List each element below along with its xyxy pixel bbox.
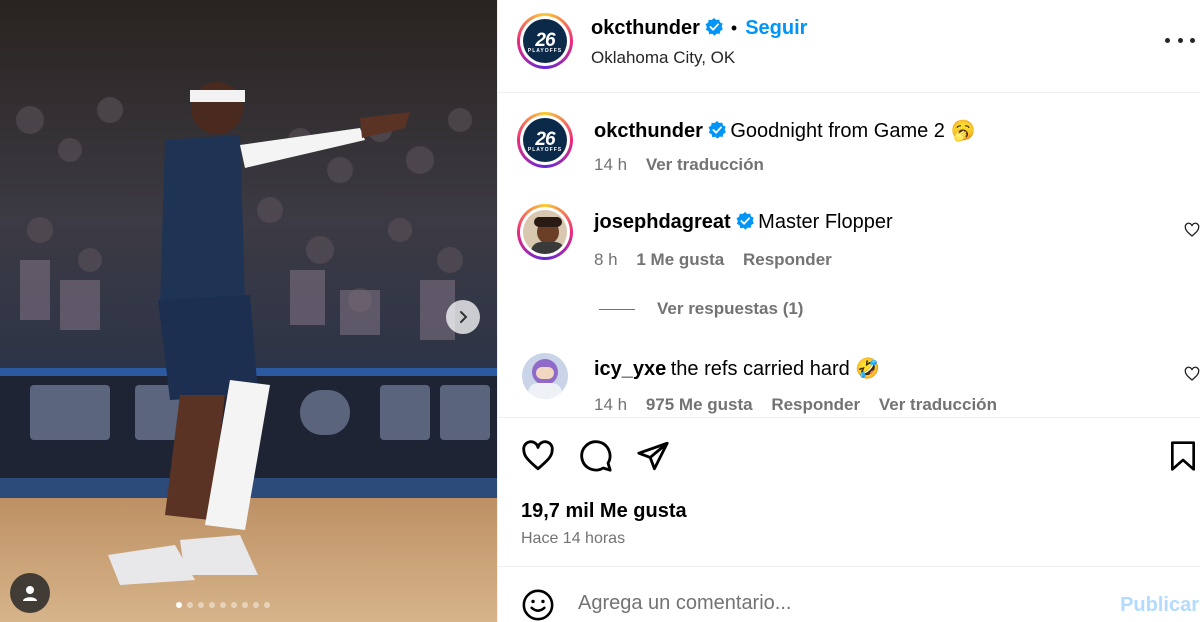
carousel-dot xyxy=(209,602,215,608)
follow-button[interactable]: Seguir xyxy=(745,17,807,39)
comment-input[interactable] xyxy=(578,592,1098,615)
post-details-panel: 26 PLAYOFFS okcthunder • Seguir Oklahoma C… xyxy=(497,0,1200,622)
next-photo-button[interactable] xyxy=(446,300,480,334)
reply-button[interactable]: Responder xyxy=(743,250,832,269)
comment-avatar[interactable] xyxy=(522,353,568,399)
carousel-dot xyxy=(176,602,182,608)
comment-meta: 8 h 1 Me gusta Responder xyxy=(594,250,846,270)
post-location[interactable]: Oklahoma City, OK xyxy=(591,48,735,68)
view-replies-label: Ver respuestas (1) xyxy=(657,299,804,318)
more-options-icon[interactable] xyxy=(1165,28,1195,52)
carousel-dots xyxy=(176,602,270,608)
header-title-row: okcthunder • Seguir xyxy=(591,17,807,40)
comment-text: Master Flopper xyxy=(758,211,893,233)
carousel-dot xyxy=(231,602,237,608)
caption-avatar[interactable]: 26 PLAYOFFS xyxy=(517,112,573,168)
post-photo xyxy=(0,0,497,622)
tagged-users-button[interactable] xyxy=(10,573,50,613)
carousel-dot xyxy=(220,602,226,608)
comment-like-heart-icon[interactable] xyxy=(1184,222,1200,238)
user-photo xyxy=(522,209,568,255)
comment-likes[interactable]: 975 Me gusta xyxy=(646,395,753,414)
caption-time: 14 h xyxy=(594,155,628,174)
likes-count[interactable]: 19,7 mil Me gusta xyxy=(521,500,687,523)
comment-time: 14 h xyxy=(594,395,628,414)
share-icon[interactable] xyxy=(636,439,670,473)
comment-like-heart-icon[interactable] xyxy=(1184,366,1200,382)
next-arrow-icon xyxy=(460,311,468,323)
comment-row: icy_yxe the refs carried hard 🤣 xyxy=(594,356,880,381)
caption: okcthunder Goodnight from Game 2 🥱 xyxy=(594,118,975,143)
post-header: 26 PLAYOFFS okcthunder • Seguir Oklahoma C… xyxy=(498,0,1200,93)
bookmark-icon[interactable] xyxy=(1167,439,1199,473)
carousel-dot xyxy=(264,602,270,608)
caption-meta: 14 h Ver traducción xyxy=(594,155,778,175)
comment-username[interactable]: icy_yxe xyxy=(594,358,666,380)
verified-badge-icon xyxy=(736,212,754,230)
comment-username[interactable]: josephdagreat xyxy=(594,211,731,233)
user-tag-icon xyxy=(23,586,37,601)
verified-badge-icon xyxy=(708,121,726,139)
carousel-dot xyxy=(242,602,248,608)
comment-meta: 14 h 975 Me gusta Responder Ver traducci… xyxy=(594,395,1011,415)
post-media[interactable] xyxy=(0,0,497,622)
verified-badge-icon xyxy=(705,18,723,36)
caption-username[interactable]: okcthunder xyxy=(594,120,703,142)
add-comment-bar: Publicar xyxy=(498,568,1200,622)
okc-logo: 26 PLAYOFFS xyxy=(522,18,568,64)
comment-avatar[interactable] xyxy=(517,204,573,260)
comment-icon[interactable] xyxy=(579,439,613,473)
comment-text: the refs carried hard 🤣 xyxy=(670,358,881,380)
header-separator: • xyxy=(730,18,738,38)
comment-row: josephdagreat Master Flopper xyxy=(594,211,893,234)
carousel-dot xyxy=(253,602,259,608)
emoji-icon[interactable] xyxy=(521,588,555,622)
reply-button[interactable]: Responder xyxy=(771,395,860,414)
caption-translate-link[interactable]: Ver traducción xyxy=(646,155,764,174)
comment-time: 8 h xyxy=(594,250,618,269)
header-username[interactable]: okcthunder xyxy=(591,17,700,39)
carousel-dot xyxy=(187,602,193,608)
avatar[interactable]: 26 PLAYOFFS xyxy=(517,13,573,69)
okc-logo: 26 PLAYOFFS xyxy=(522,117,568,163)
heart-icon[interactable] xyxy=(521,439,555,473)
comment-likes[interactable]: 1 Me gusta xyxy=(636,250,724,269)
post-timestamp: Hace 14 horas xyxy=(521,530,626,547)
publish-button[interactable]: Publicar xyxy=(1120,594,1199,617)
view-replies-button[interactable]: Ver respuestas (1) xyxy=(599,299,803,319)
carousel-dot xyxy=(198,602,204,608)
caption-text: Goodnight from Game 2 🥱 xyxy=(730,120,976,142)
comment-translate-link[interactable]: Ver traducción xyxy=(879,395,997,414)
post-actions: 19,7 mil Me gusta Hace 14 horas xyxy=(498,417,1200,567)
